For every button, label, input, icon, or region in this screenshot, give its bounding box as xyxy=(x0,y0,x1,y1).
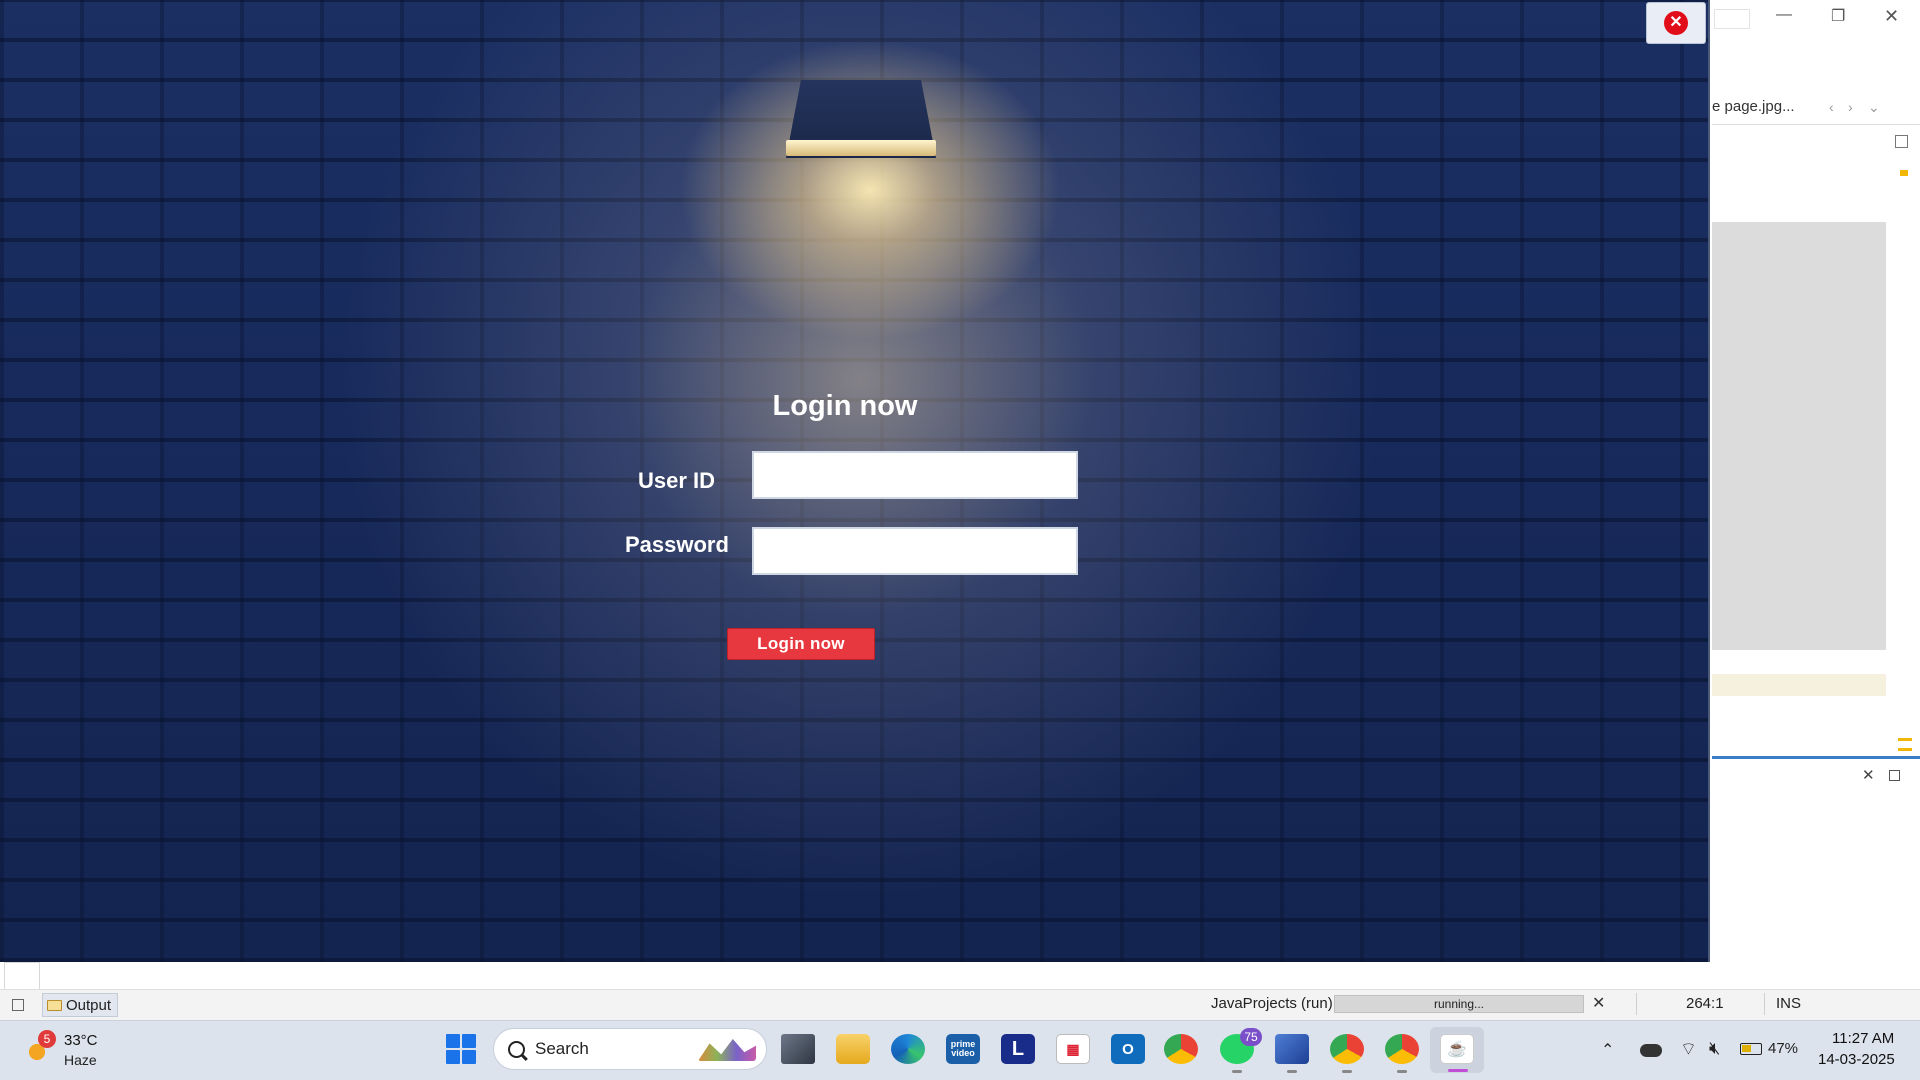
running-indicator xyxy=(1342,1070,1352,1073)
stripe-mark[interactable] xyxy=(1900,170,1908,176)
stripe-mark[interactable] xyxy=(1898,738,1912,741)
restore-window-icon[interactable] xyxy=(1889,770,1900,781)
whatsapp-badge: 75 xyxy=(1240,1028,1262,1046)
outlook-icon[interactable]: O xyxy=(1111,1034,1145,1064)
lamp-light xyxy=(786,140,936,156)
prime-video-icon[interactable]: prime video xyxy=(946,1034,980,1064)
output-tab[interactable]: Output xyxy=(42,993,119,1017)
battery-percent[interactable]: 47% xyxy=(1768,1040,1798,1057)
chrome-profile-icon[interactable] xyxy=(1385,1034,1419,1073)
java-app-icon[interactable]: ☕ xyxy=(1440,1034,1474,1072)
virtualbox-icon[interactable] xyxy=(1275,1034,1309,1073)
volume-mute-icon[interactable]: 🔇︎ xyxy=(1709,1038,1720,1059)
l-app-icon[interactable]: L xyxy=(1001,1034,1035,1064)
weather-temperature: 33°C xyxy=(64,1032,98,1049)
editor-tab[interactable]: e page.jpg... xyxy=(1712,98,1795,115)
divider xyxy=(1636,993,1637,1015)
userid-input[interactable] xyxy=(752,451,1078,499)
running-indicator xyxy=(1397,1070,1407,1073)
wifi-icon[interactable]: ⌔ xyxy=(1680,1038,1697,1061)
weather-condition: Haze xyxy=(64,1052,97,1068)
run-task-label[interactable]: JavaProjects (run) xyxy=(1211,995,1333,1012)
insert-mode[interactable]: INS xyxy=(1776,995,1801,1012)
split-view-icon[interactable] xyxy=(1895,135,1908,148)
chevron-up-icon[interactable]: ⌃ xyxy=(1601,1040,1614,1060)
login-window: ✕ Login now User ID Password Login now xyxy=(0,0,1710,962)
taskbar-search[interactable]: Search xyxy=(493,1028,767,1070)
start-tile xyxy=(446,1050,460,1064)
close-x-icon: ✕ xyxy=(1664,11,1688,35)
clock-time[interactable]: 11:27 AM xyxy=(1832,1030,1894,1047)
login-title: Login now xyxy=(772,390,918,422)
error-stripe[interactable] xyxy=(1888,158,1912,758)
panel-divider[interactable] xyxy=(1712,756,1920,759)
cancel-run-icon[interactable]: ✕ xyxy=(1592,993,1605,1013)
start-tile xyxy=(462,1034,476,1048)
clock-date[interactable]: 14-03-2025 xyxy=(1818,1051,1895,1068)
running-indicator xyxy=(1287,1070,1297,1073)
weather-badge: 5 xyxy=(38,1030,56,1048)
start-tile xyxy=(446,1034,460,1048)
l-app-label: L xyxy=(1011,1037,1025,1060)
ide-selection-block xyxy=(1712,222,1886,650)
search-icon xyxy=(508,1040,525,1058)
output-tab-label: Output xyxy=(66,996,112,1014)
running-indicator xyxy=(1448,1069,1468,1072)
start-tile xyxy=(462,1050,476,1064)
battery-icon[interactable] xyxy=(1740,1043,1762,1055)
search-label: Search xyxy=(535,1039,589,1058)
userid-label: User ID xyxy=(638,468,716,493)
ide-status-bar xyxy=(0,989,1920,1020)
whatsapp-icon[interactable]: 75 xyxy=(1220,1028,1262,1073)
windows-start-icon[interactable] xyxy=(446,1034,476,1064)
ide-current-line xyxy=(1712,674,1886,696)
ide-title-field xyxy=(1714,9,1750,29)
edge-browser-icon[interactable] xyxy=(891,1034,925,1064)
folder-icon xyxy=(47,999,62,1011)
chevron-down-icon[interactable]: ⌄ xyxy=(1868,99,1880,116)
password-input[interactable] xyxy=(752,527,1078,575)
search-highlight-icon xyxy=(698,1039,756,1061)
chrome-icon[interactable] xyxy=(1164,1034,1198,1064)
caret-position[interactable]: 264:1 xyxy=(1686,995,1724,1012)
weather-widget[interactable]: 5 33°C Haze xyxy=(24,1030,114,1074)
close-icon[interactable]: ✕ xyxy=(1884,6,1899,27)
prime-video-label: prime video xyxy=(950,1039,976,1058)
minimize-icon[interactable]: — xyxy=(1776,6,1792,24)
chrome-profile-icon[interactable] xyxy=(1330,1034,1364,1073)
ide-bottom-field[interactable] xyxy=(4,962,40,990)
password-label: Password xyxy=(625,532,729,557)
close-window-button[interactable]: ✕ xyxy=(1646,2,1706,44)
run-progress-bar: running... xyxy=(1334,995,1584,1013)
divider xyxy=(1712,124,1920,125)
divider xyxy=(1764,993,1765,1015)
restore-window-icon[interactable] xyxy=(12,999,24,1011)
chevron-left-icon[interactable]: ‹ xyxy=(1829,99,1834,115)
chevron-right-icon[interactable]: › xyxy=(1848,99,1853,115)
close-icon[interactable]: ✕ xyxy=(1862,766,1875,784)
running-indicator xyxy=(1232,1070,1242,1073)
onedrive-icon[interactable] xyxy=(1640,1044,1662,1057)
stripe-mark[interactable] xyxy=(1898,748,1912,751)
task-view-icon[interactable] xyxy=(781,1034,815,1064)
file-explorer-icon[interactable] xyxy=(836,1034,870,1064)
microsoft-store-icon[interactable]: ▦ xyxy=(1056,1034,1090,1064)
restore-icon[interactable]: ❐ xyxy=(1831,6,1845,26)
login-button[interactable]: Login now xyxy=(727,628,875,660)
